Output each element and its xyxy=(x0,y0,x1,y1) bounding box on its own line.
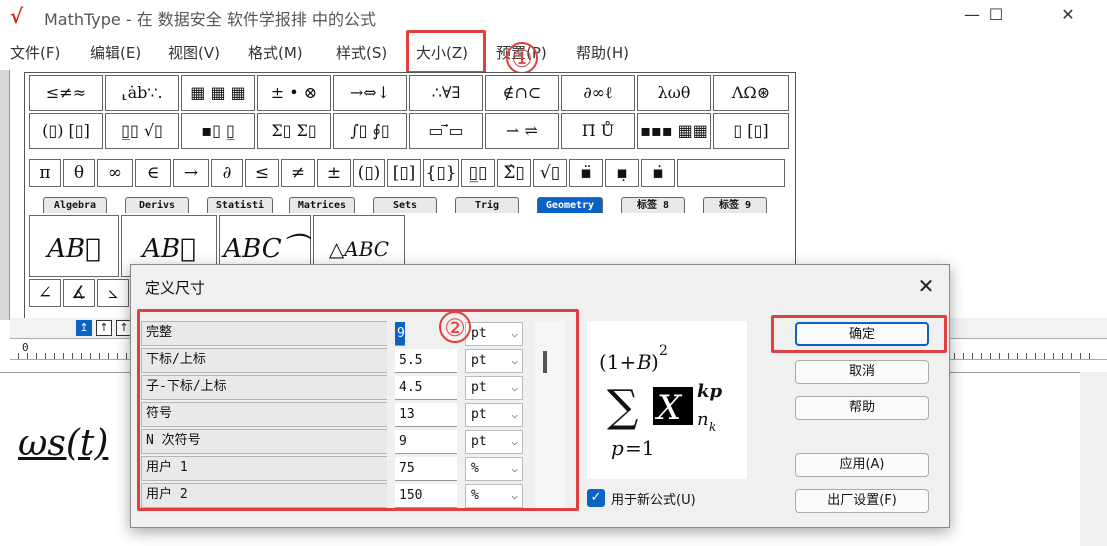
size-menu-highlight xyxy=(406,30,486,74)
use-for-new-equations-label: 用于新公式(U) xyxy=(611,493,696,508)
menu-view[interactable]: 视图(V) xyxy=(168,42,220,63)
annotation-one: ① xyxy=(506,42,538,74)
element-of-symbol-button[interactable]: ∈ xyxy=(135,159,171,187)
fraction-template-button[interactable]: ▯̲▯ xyxy=(461,159,495,187)
tab-label-9[interactable]: 标签 9 xyxy=(703,197,767,213)
size-list-highlight xyxy=(137,309,579,511)
spherical-angle-symbol-button[interactable]: ⦣ xyxy=(97,279,129,307)
products-palette-button[interactable]: Π̄ Ů xyxy=(561,113,635,149)
pi-symbol-button[interactable]: π xyxy=(29,159,61,187)
svg-text:): ) xyxy=(651,350,659,374)
integrals-palette-button[interactable]: ∫▯ ∮▯ xyxy=(333,113,407,149)
infinity-symbol-button[interactable]: ∞ xyxy=(97,159,133,187)
close-window-button[interactable]: ✕ xyxy=(1044,0,1092,32)
plus-minus-symbol-button[interactable]: ± xyxy=(317,159,351,187)
svg-text:p: p xyxy=(611,436,624,460)
formula-fragment: ωs(t) xyxy=(18,423,109,464)
title-bar: √ MathType - 在 数据安全 软件学报排 中的公式 — ☐ ✕ xyxy=(0,0,1107,32)
subscripts-palette-button[interactable]: ▪▯ ▯̲ xyxy=(181,113,255,149)
misc-symbols-palette-button[interactable]: ∂∞ℓ xyxy=(561,75,635,111)
right-arrow-symbol-button[interactable]: → xyxy=(173,159,209,187)
svg-text:X: X xyxy=(654,388,683,428)
menu-file[interactable]: 文件(F) xyxy=(10,42,60,63)
set-theory-palette-button[interactable]: ∉∩⊂ xyxy=(485,75,559,111)
palette-left-frame xyxy=(0,70,10,320)
tab-geometry[interactable]: Geometry xyxy=(537,197,603,213)
labeled-arrows-palette-button[interactable]: ⇀ ⇌ xyxy=(485,113,559,149)
svg-text:k: k xyxy=(709,420,716,434)
sum-template-button[interactable]: Σ̂▯ xyxy=(497,159,531,187)
annotation-two: ② xyxy=(439,311,471,343)
svg-text:∑: ∑ xyxy=(607,381,638,432)
tab-algebra[interactable]: Algebra xyxy=(43,197,107,213)
help-button[interactable]: 帮助 xyxy=(795,396,929,420)
bars-arrows-palette-button[interactable]: ▭ ⃗▭ xyxy=(409,113,483,149)
tab-stop-center-icon[interactable]: ↑ xyxy=(96,320,112,336)
preview-formula-graphic: (1+ B ) 2 ∑ X kp n k p =1 xyxy=(599,343,722,460)
superscript-template-button[interactable]: ▪̈ xyxy=(569,159,603,187)
svg-text:2: 2 xyxy=(659,343,668,359)
brace-template-button[interactable]: {▯} xyxy=(423,159,459,187)
vertical-scrollbar[interactable] xyxy=(1080,372,1107,546)
tab-label-8[interactable]: 标签 8 xyxy=(621,197,685,213)
fences-palette-button[interactable]: (▯) [▯] xyxy=(29,113,103,149)
theta-symbol-button[interactable]: θ xyxy=(63,159,95,187)
menu-style[interactable]: 样式(S) xyxy=(336,42,387,63)
menu-bar: 文件(F) 编辑(E) 视图(V) 格式(M) 样式(S) 大小(Z) 预置(P… xyxy=(0,38,1090,68)
relations-palette-button[interactable]: ≤≠≈ xyxy=(29,75,103,111)
tab-statistics[interactable]: Statisti xyxy=(207,197,273,213)
arrows-palette-button[interactable]: →⇔↓ xyxy=(333,75,407,111)
tab-stop-left-icon[interactable]: ↥ xyxy=(76,320,92,336)
paren-template-button[interactable]: (▯) xyxy=(353,159,385,187)
svg-text:=1: =1 xyxy=(625,436,654,460)
menu-help[interactable]: 帮助(H) xyxy=(576,42,629,63)
menu-format[interactable]: 格式(M) xyxy=(248,42,303,63)
svg-text:kp: kp xyxy=(697,381,722,402)
subscript-template-button[interactable]: ▪̣ xyxy=(605,159,639,187)
fractions-radicals-palette-button[interactable]: ▯̲▯ √▯ xyxy=(105,113,179,149)
svg-text:n: n xyxy=(697,409,709,430)
spaces-palette-button[interactable]: ⸤ȧb∵. xyxy=(105,75,179,111)
greek-lower-palette-button[interactable]: λωθ xyxy=(637,75,711,111)
line-segment-ab-button[interactable]: AB⃡ xyxy=(29,215,119,277)
embellishments-palette-button[interactable]: ▦ ▦ ▦ xyxy=(181,75,255,111)
tab-trig[interactable]: Trig xyxy=(455,197,519,213)
maximize-button[interactable]: ☐ xyxy=(972,0,1020,32)
logic-palette-button[interactable]: ∴∀∃ xyxy=(409,75,483,111)
define-sizes-dialog: 定义尺寸 ✕ 完整 9 pt ⌵ 下标/上标 5.5 pt ⌵ 子-下标/上标 4.… xyxy=(130,264,950,528)
measured-angle-symbol-button[interactable]: ∡ xyxy=(63,279,95,307)
mathtype-logo-icon: √ xyxy=(10,4,24,28)
summations-palette-button[interactable]: Σ▯ Σ▯ xyxy=(257,113,331,149)
dialog-title: 定义尺寸 xyxy=(145,279,206,297)
sqrt-template-button[interactable]: √▯ xyxy=(533,159,567,187)
factory-settings-button[interactable]: 出厂设置(F) xyxy=(795,489,929,513)
partial-symbol-button[interactable]: ∂ xyxy=(211,159,243,187)
tab-derivs[interactable]: Derivs xyxy=(125,197,189,213)
cancel-button[interactable]: 取消 xyxy=(795,360,929,384)
angle-symbol-button[interactable]: ∠ xyxy=(29,279,61,307)
operators-palette-button[interactable]: ± • ⊗ xyxy=(257,75,331,111)
sub-sup-template-button[interactable]: ▪̇ xyxy=(641,159,675,187)
less-equal-symbol-button[interactable]: ≤ xyxy=(245,159,279,187)
matrices-palette-button[interactable]: ▪▪▪ ▦▦ xyxy=(637,113,711,149)
bracket-template-button[interactable]: [▯] xyxy=(387,159,421,187)
ok-button-highlight xyxy=(771,315,947,353)
dialog-close-button[interactable]: ✕ xyxy=(911,273,941,299)
boxes-palette-button[interactable]: ▯ [▯] xyxy=(713,113,789,149)
svg-text:(1+: (1+ xyxy=(599,350,636,374)
svg-text:B: B xyxy=(636,350,652,374)
empty-slot-button[interactable] xyxy=(677,159,785,187)
tab-matrices[interactable]: Matrices xyxy=(289,197,355,213)
greek-upper-palette-button[interactable]: ΛΩ⊛ xyxy=(713,75,789,111)
menu-edit[interactable]: 编辑(E) xyxy=(90,42,141,63)
tab-sets[interactable]: Sets xyxy=(373,197,437,213)
window-title: MathType - 在 数据安全 软件学报排 中的公式 xyxy=(44,10,376,29)
not-equal-symbol-button[interactable]: ≠ xyxy=(281,159,315,187)
use-for-new-equations-checkbox[interactable]: ✓ xyxy=(587,489,605,507)
apply-button[interactable]: 应用(A) xyxy=(795,453,929,477)
formula-preview: (1+ B ) 2 ∑ X kp n k p =1 xyxy=(587,321,747,479)
